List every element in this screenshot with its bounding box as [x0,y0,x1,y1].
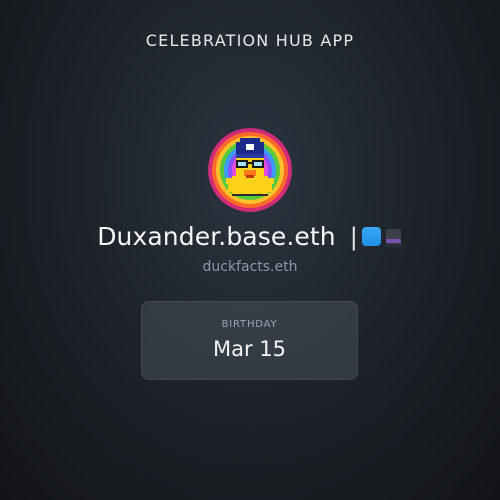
name-separator: | [349,222,358,251]
birthday-value: Mar 15 [212,337,287,361]
top-hat-badge-icon [383,229,403,248]
profile-name-row: Duxander.base.eth | [0,222,500,251]
pixel-duck-avatar-icon[interactable] [208,128,292,212]
birthday-label: BIRTHDAY [221,319,278,330]
app-title: CELEBRATION HUB APP [145,31,355,50]
birthday-card: BIRTHDAY Mar 15 [141,301,358,380]
display-name[interactable]: Duxander.base.eth [97,222,336,251]
ens-name[interactable]: duckfacts.eth [0,259,500,275]
blue-square-badge-icon [361,227,381,246]
